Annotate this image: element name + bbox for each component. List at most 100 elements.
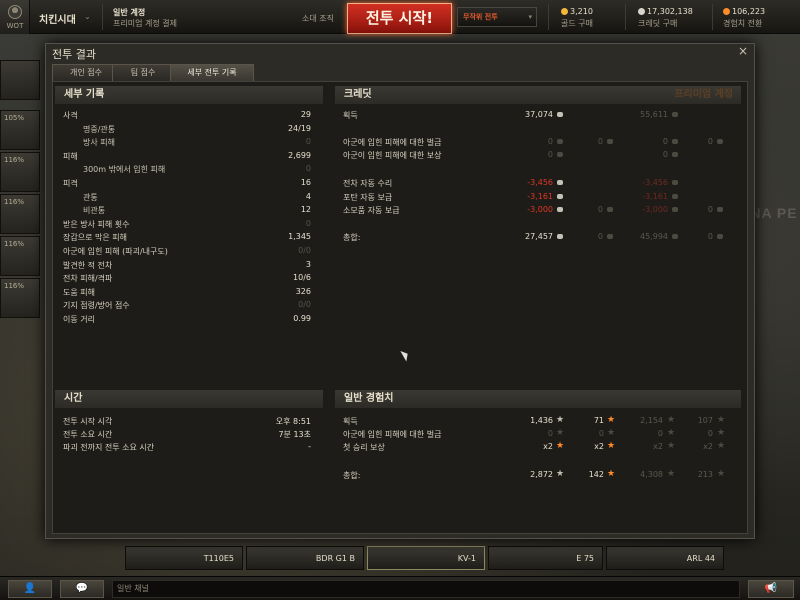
carousel-tank-slot[interactable]: ARL 44 xyxy=(606,546,724,570)
chat-channel-input[interactable]: 일반 채널 xyxy=(112,580,740,598)
premium-gold-value: 0 xyxy=(707,137,713,146)
tab-detailed-record[interactable]: 세부 전투 기록 xyxy=(170,64,254,81)
sidebar-tank-slot[interactable]: 116% xyxy=(0,278,40,318)
time-value: - xyxy=(308,442,311,451)
credit-icon xyxy=(557,194,563,199)
user-icon: 👤 xyxy=(23,583,37,594)
credit-icon xyxy=(557,152,563,157)
time-value: 7분 13초 xyxy=(278,430,311,439)
divider xyxy=(712,4,713,30)
sidebar-tank-slot[interactable]: 105% xyxy=(0,110,40,150)
chevron-down-icon[interactable]: ⌄ xyxy=(84,12,91,21)
xp-bonus-label: 116% xyxy=(4,282,25,290)
gold-currency[interactable]: 3,210 골드 구매 xyxy=(561,7,593,29)
close-icon[interactable]: × xyxy=(738,44,748,58)
xp-value: x2 xyxy=(543,442,553,451)
stat-label: 발견한 적 전차 xyxy=(63,261,113,270)
premium-free-xp-value: 213 xyxy=(697,470,713,479)
credit-row-label: 아군이 입힌 피해에 대한 보상 xyxy=(343,151,442,160)
stat-label: 사격 xyxy=(63,111,78,120)
free-xp-star-icon: ★ xyxy=(607,441,616,451)
xp-star-icon: ★ xyxy=(667,441,676,451)
gold-value: 0 xyxy=(597,232,603,241)
divider xyxy=(548,4,549,30)
stat-label: 기지 점령/방어 점수 xyxy=(63,301,130,310)
premium-xp-value: x2 xyxy=(653,442,663,451)
stat-label: 방사 피해 xyxy=(83,138,115,147)
premium-credit-value: -3,456 xyxy=(642,178,668,187)
player-emblem-icon xyxy=(8,5,22,19)
premium-free-xp-value: 107 xyxy=(697,416,713,425)
credits-header-label: 크레딧 xyxy=(344,89,372,100)
sidebar-tank-slot[interactable]: 116% xyxy=(0,152,40,192)
sidebar-tank-slot[interactable]: 116% xyxy=(0,236,40,276)
account-type-label: 일반 계정 xyxy=(113,8,146,17)
start-battle-button[interactable]: 전투 시작! xyxy=(347,3,452,34)
stat-label: 장갑으로 막은 피해 xyxy=(63,233,127,242)
credit-icon xyxy=(672,112,678,117)
xp-value: 0 xyxy=(547,429,553,438)
premium-credit-value: 45,994 xyxy=(640,232,668,241)
xp-currency[interactable]: 106,223 경험치 전환 xyxy=(723,7,765,29)
stat-value: 1,345 xyxy=(288,232,311,241)
tab-personal-score[interactable]: 개인 점수 xyxy=(52,64,120,81)
tab-team-score[interactable]: 팀 점수 xyxy=(112,64,174,81)
credit-coin-icon xyxy=(638,8,645,15)
xp-row-label: 아군에 입힌 피해에 대한 벌금 xyxy=(343,430,442,439)
free-xp-star-icon: ★ xyxy=(717,428,726,438)
carousel-tank-slot[interactable]: E 75 xyxy=(488,546,603,570)
stat-value: 24/19 xyxy=(287,124,311,133)
tank-name: BDR G1 B xyxy=(315,554,355,563)
player-name[interactable]: 치킨시대 xyxy=(39,11,76,26)
credit-base-value: -3,456 xyxy=(527,178,553,187)
credit-base-value: -3,000 xyxy=(527,205,553,214)
sidebar-tank-slot[interactable] xyxy=(0,60,40,100)
xp-value: 2,872 xyxy=(530,470,553,479)
free-xp-star-icon: ★ xyxy=(717,415,726,425)
tank-name: T110E5 xyxy=(203,554,234,563)
stat-label: 전차 피해/격파 xyxy=(63,274,113,283)
battle-mode-select[interactable]: 무작위 전투 ▾ xyxy=(457,7,537,27)
credit-icon xyxy=(672,207,678,212)
sidebar-tank-slot[interactable]: 116% xyxy=(0,194,40,234)
credit-icon xyxy=(672,180,678,185)
notifications-button[interactable]: 📢 xyxy=(748,580,794,598)
carousel-tank-slot[interactable]: BDR G1 B xyxy=(246,546,364,570)
credit-row-label: 전차 자동 수리 xyxy=(343,179,393,188)
premium-gold-value: 0 xyxy=(707,205,713,214)
buy-premium-link[interactable]: 프리미엄 계정 결제 xyxy=(113,18,177,29)
battle-mode-value: 무작위 전투 xyxy=(463,13,498,21)
stat-label: 명중/관통 xyxy=(83,125,116,134)
xp-star-icon: ★ xyxy=(667,415,676,425)
game-logo-label: WOT xyxy=(6,22,24,30)
premium-free-xp-value: 0 xyxy=(707,429,713,438)
create-squad-button[interactable]: 소대 조직 xyxy=(302,13,334,24)
top-bar: WOT 치킨시대 ⌄ 일반 계정 프리미엄 계정 결제 소대 조직 전투 시작!… xyxy=(0,0,800,34)
game-menu-button[interactable]: WOT xyxy=(0,0,30,34)
chat-bubbles-icon: 💬 xyxy=(75,583,89,594)
channels-button[interactable]: 💬 xyxy=(60,580,104,598)
chevron-down-icon: ▾ xyxy=(528,13,532,21)
carousel-tank-slot[interactable]: T110E5 xyxy=(125,546,243,570)
convert-xp-label: 경험치 전환 xyxy=(723,19,763,28)
contacts-button[interactable]: 👤 xyxy=(8,580,52,598)
premium-free-xp-value: x2 xyxy=(703,442,713,451)
megaphone-icon: 📢 xyxy=(764,583,778,594)
free-xp-star-icon: ★ xyxy=(717,441,726,451)
carousel-tank-slot-selected[interactable]: KV-1 xyxy=(367,546,485,570)
stat-value: 0 xyxy=(305,219,311,228)
stat-value: 326 xyxy=(295,287,311,296)
stat-label: 비관통 xyxy=(83,206,106,215)
credit-currency[interactable]: 17,302,138 크레딧 구매 xyxy=(638,7,693,29)
tank-name: E 75 xyxy=(576,554,594,563)
premium-credit-value: 0 xyxy=(662,137,668,146)
gold-value: 0 xyxy=(597,137,603,146)
buy-credit-label: 크레딧 구매 xyxy=(638,19,678,28)
credit-row-label: 아군에 입힌 피해에 대한 벌금 xyxy=(343,138,442,147)
stat-label: 300m 밖에서 입힌 피해 xyxy=(83,165,166,174)
stat-value: 2,699 xyxy=(288,151,311,160)
credit-icon xyxy=(557,112,563,117)
credit-icon xyxy=(672,152,678,157)
xp-amount: 106,223 xyxy=(732,7,766,16)
stat-label: 받은 방사 피해 횟수 xyxy=(63,220,130,229)
